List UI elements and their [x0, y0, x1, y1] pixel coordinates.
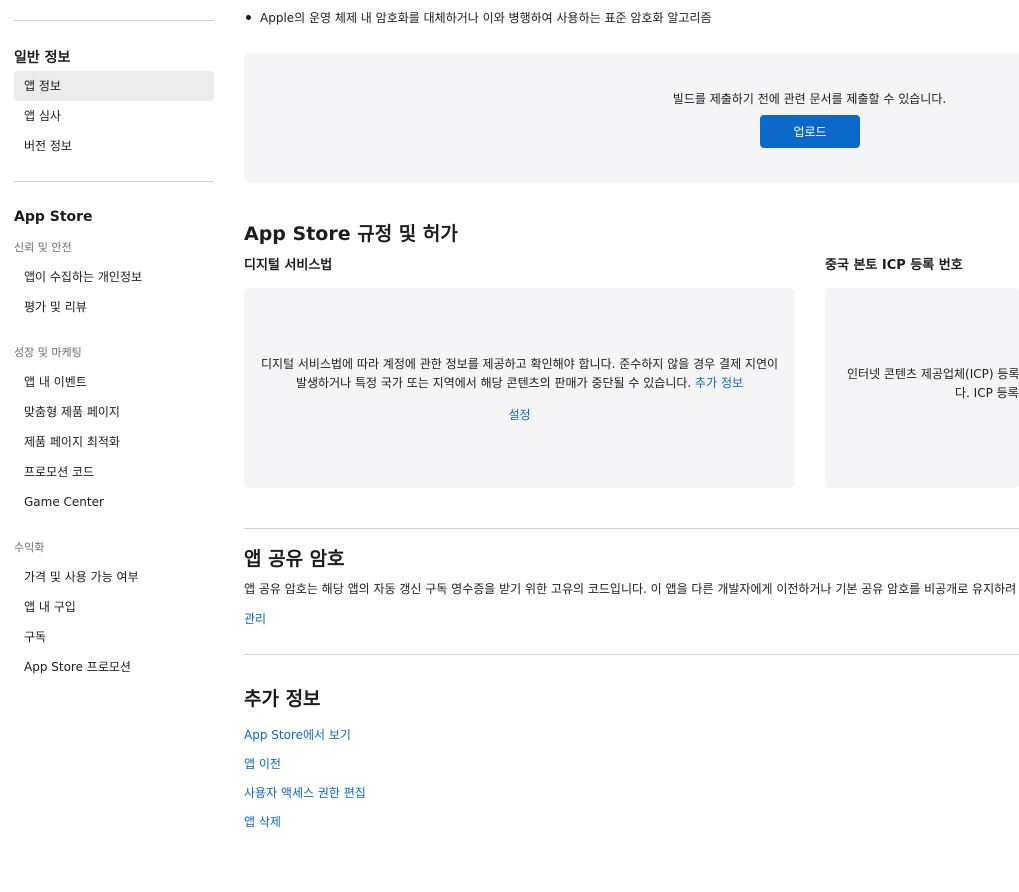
page: 일반 정보 앱 정보 앱 심사 버전 정보 App Store 신뢰 및 안전 …	[0, 0, 1019, 892]
section-title-regulations: App Store 규정 및 허가	[244, 223, 458, 245]
main-content: Apple의 운영 체제 내 암호화를 대체하거나 이와 병행하여 사용하는 표…	[244, 0, 1019, 892]
transfer-app-link[interactable]: 앱 이전	[244, 755, 281, 772]
sidebar: 일반 정보 앱 정보 앱 심사 버전 정보 App Store 신뢰 및 안전 …	[0, 0, 230, 892]
sidebar-item-promo-codes[interactable]: 프로모션 코드	[14, 457, 214, 487]
remove-app-link[interactable]: 앱 삭제	[244, 813, 281, 830]
sidebar-item-product-page-optimization[interactable]: 제품 페이지 최적화	[14, 427, 214, 457]
encryption-bullet-item: Apple의 운영 체제 내 암호화를 대체하거나 이와 병행하여 사용하는 표…	[244, 9, 711, 26]
sidebar-divider	[14, 181, 214, 182]
sidebar-item-in-app-purchases[interactable]: 앱 내 구입	[14, 592, 214, 622]
upload-description: 빌드를 제출하기 전에 관련 문서를 제출할 수 있습니다.	[672, 92, 947, 106]
sidebar-item-pricing-availability[interactable]: 가격 및 사용 가능 여부	[14, 562, 214, 592]
section-title-shared-secret: 앱 공유 암호	[244, 548, 345, 570]
manage-shared-secret-link[interactable]: 관리	[244, 610, 266, 627]
section-title-more-info: 추가 정보	[244, 688, 321, 710]
sidebar-item-in-app-events[interactable]: 앱 내 이벤트	[14, 367, 214, 397]
sidebar-divider	[14, 20, 214, 21]
bullet-text: Apple의 운영 체제 내 암호화를 대체하거나 이와 병행하여 사용하는 표…	[260, 11, 712, 25]
sidebar-item-app-info[interactable]: 앱 정보	[14, 71, 214, 101]
view-on-app-store-link[interactable]: App Store에서 보기	[244, 726, 351, 743]
sidebar-heading-general: 일반 정보	[14, 50, 71, 66]
dsa-title: 디지털 서비스법	[244, 258, 333, 273]
edit-user-access-link[interactable]: 사용자 액세스 권한 편집	[244, 784, 366, 801]
sidebar-item-app-store-promotions[interactable]: App Store 프로모션	[14, 652, 214, 682]
sidebar-subheading-trust: 신뢰 및 안전	[14, 241, 72, 254]
sidebar-item-app-privacy[interactable]: 앱이 수집하는 개인정보	[14, 262, 214, 292]
icp-text-line1: 인터넷 콘텐츠 제공업체(ICP) 등록	[847, 367, 1019, 381]
dsa-more-info-link[interactable]: 추가 정보	[695, 376, 743, 390]
sidebar-item-game-center[interactable]: Game Center	[14, 487, 214, 517]
section-divider	[244, 528, 1019, 529]
shared-secret-description: 앱 공유 암호는 해당 앱의 자동 갱신 구독 영수증을 받기 위한 고유의 코…	[244, 582, 1017, 596]
sidebar-subheading-monetization: 수익화	[14, 541, 45, 554]
dsa-setup-link[interactable]: 설정	[508, 408, 530, 422]
upload-documents-panel: 빌드를 제출하기 전에 관련 문서를 제출할 수 있습니다. 업로드	[244, 53, 1019, 183]
icp-text-line2: 다. ICP 등록 번	[955, 386, 1019, 400]
sidebar-item-subscriptions[interactable]: 구독	[14, 622, 214, 652]
icp-card: 인터넷 콘텐츠 제공업체(ICP) 등록 다. ICP 등록 번	[825, 288, 1019, 488]
dsa-setup-wrap: 설정	[244, 404, 795, 423]
dsa-description: 디지털 서비스법에 따라 계정에 관한 정보를 제공하고 확인해야 합니다. 준…	[258, 355, 781, 393]
sidebar-subheading-growth: 성장 및 마케팅	[14, 346, 82, 359]
icp-description: 인터넷 콘텐츠 제공업체(ICP) 등록 다. ICP 등록 번	[847, 365, 1019, 403]
dsa-card: 디지털 서비스법에 따라 계정에 관한 정보를 제공하고 확인해야 합니다. 준…	[244, 288, 795, 488]
section-divider	[244, 654, 1019, 655]
sidebar-item-app-review[interactable]: 앱 심사	[14, 101, 214, 131]
sidebar-item-ratings-reviews[interactable]: 평가 및 리뷰	[14, 292, 214, 322]
sidebar-item-custom-product-pages[interactable]: 맞춤형 제품 페이지	[14, 397, 214, 427]
bullet-dot	[246, 15, 251, 20]
sidebar-heading-app-store: App Store	[14, 209, 93, 225]
icp-title: 중국 본토 ICP 등록 번호	[825, 258, 963, 273]
sidebar-item-version-info[interactable]: 버전 정보	[14, 131, 214, 161]
upload-button[interactable]: 업로드	[760, 115, 860, 148]
